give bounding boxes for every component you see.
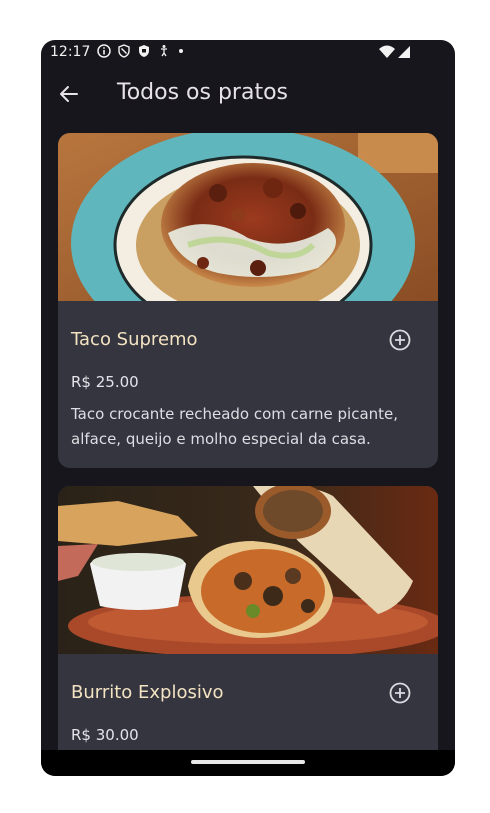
taco-photo — [58, 133, 438, 301]
burrito-photo — [58, 486, 438, 654]
navigation-bar — [41, 750, 455, 776]
accessibility-icon — [157, 44, 171, 58]
dish-price: R$ 25.00 — [71, 373, 139, 391]
dish-card[interactable]: Taco Supremo R$ 25.00 Taco crocante rech… — [58, 133, 438, 468]
status-time: 12:17 — [50, 44, 91, 60]
arrow-back-icon[interactable] — [57, 82, 81, 106]
dot-icon — [177, 44, 185, 58]
shield-filled-icon — [137, 44, 151, 58]
dish-list[interactable]: Taco Supremo R$ 25.00 Taco crocante rech… — [58, 133, 438, 750]
dish-name: Burrito Explosivo — [71, 682, 224, 703]
add-circle-icon[interactable] — [388, 681, 412, 705]
shield-outline-icon — [117, 44, 131, 58]
dish-name: Taco Supremo — [71, 329, 198, 350]
add-circle-icon[interactable] — [388, 328, 412, 352]
home-handle[interactable] — [191, 760, 305, 764]
dish-card[interactable]: Burrito Explosivo R$ 30.00 — [58, 486, 438, 750]
info-icon — [97, 44, 111, 58]
page-title: Todos os pratos — [117, 80, 288, 105]
dish-description: Taco crocante recheado com carne picante… — [71, 405, 399, 448]
phone-screen: 12:17 Todos os pratos Taco Supremo R$ 25… — [41, 40, 455, 776]
app-bar: Todos os pratos — [41, 66, 455, 122]
signal-icon — [397, 45, 411, 62]
dish-price: R$ 30.00 — [71, 726, 139, 744]
wifi-icon — [379, 45, 395, 62]
status-bar: 12:17 — [41, 40, 455, 66]
